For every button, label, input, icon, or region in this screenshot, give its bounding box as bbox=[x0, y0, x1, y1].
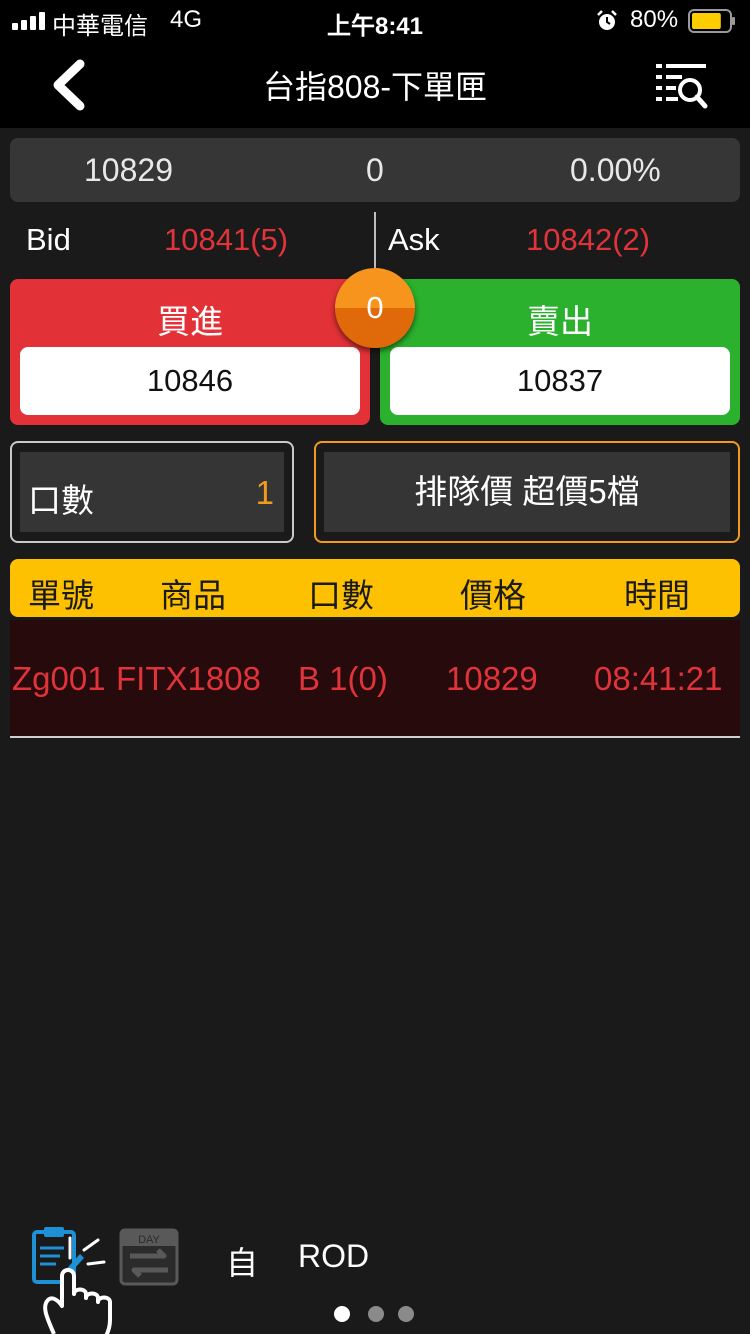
list-search-icon[interactable] bbox=[654, 60, 708, 110]
day-icon-text: DAY bbox=[138, 1234, 160, 1246]
order-type-selector[interactable]: 排隊價 超價5檔 bbox=[314, 441, 740, 543]
ask-label: Ask bbox=[388, 222, 440, 257]
quote-bar: 10829 0 0.00% bbox=[10, 138, 740, 202]
sell-label: 賣出 bbox=[527, 303, 593, 340]
order-id-cell: Zg001 bbox=[12, 660, 106, 697]
bid-ask-divider bbox=[374, 212, 376, 272]
page-dot[interactable] bbox=[334, 1306, 350, 1322]
ask-value: 10842(2) bbox=[526, 222, 651, 257]
last-price: 10829 bbox=[84, 152, 173, 188]
buy-button[interactable]: 買進 10846 bbox=[10, 279, 370, 425]
sell-button[interactable]: 賣出 10837 bbox=[380, 279, 740, 425]
alarm-clock-icon bbox=[597, 10, 617, 30]
column-header: 單號 bbox=[28, 577, 94, 614]
quantity-field[interactable]: 口數 1 bbox=[20, 452, 284, 532]
battery-icon bbox=[688, 9, 735, 33]
bottom-toolbar: DAY 自 ROD bbox=[0, 1210, 750, 1334]
page-title: 台指808-下單匣 bbox=[262, 69, 488, 105]
sell-price-field[interactable]: 10837 bbox=[390, 347, 730, 415]
quantity-cell: B 1(0) bbox=[298, 660, 388, 697]
quantity-value: 1 bbox=[255, 474, 274, 511]
price-cell: 10829 bbox=[446, 660, 538, 697]
row-divider bbox=[10, 736, 740, 738]
bid-ask-row: Bid 10841(5) Ask 10842(2) bbox=[0, 212, 750, 274]
column-header: 價格 bbox=[460, 577, 526, 614]
page-dot[interactable] bbox=[368, 1306, 384, 1322]
product-cell: FITX1808 bbox=[116, 660, 261, 697]
status-bar: 中華電信 4G 上午8:41 80% bbox=[0, 0, 750, 42]
order-type-label[interactable]: 排隊價 超價5檔 bbox=[324, 452, 730, 532]
page-indicator bbox=[334, 1306, 418, 1324]
price-change: 0 bbox=[366, 152, 384, 188]
time-cell: 08:41:21 bbox=[594, 660, 723, 697]
nav-bar: 台指808-下單匣 bbox=[0, 42, 750, 128]
orders-table-header: 單號 商品 口數 價格 時間 bbox=[10, 559, 740, 617]
tap-hand-icon bbox=[43, 1236, 112, 1334]
quantity-selector[interactable]: 口數 1 bbox=[10, 441, 294, 543]
bid-value: 10841(5) bbox=[164, 222, 289, 257]
page-dot[interactable] bbox=[398, 1306, 414, 1322]
buy-price-field[interactable]: 10846 bbox=[20, 347, 360, 415]
table-row[interactable]: Zg001 FITX1808 B 1(0) 10829 08:41:21 bbox=[10, 620, 740, 736]
time-in-force-label[interactable]: ROD bbox=[298, 1238, 369, 1275]
buy-label: 買進 bbox=[157, 303, 223, 340]
column-header: 商品 bbox=[160, 577, 226, 614]
position-badge[interactable]: 0 bbox=[335, 268, 415, 348]
quantity-label: 口數 bbox=[28, 482, 94, 519]
column-header: 口數 bbox=[308, 577, 374, 614]
column-header: 時間 bbox=[624, 577, 690, 614]
order-mode-label[interactable]: 自 bbox=[226, 1238, 258, 1284]
bid-label: Bid bbox=[26, 222, 71, 257]
price-change-percent: 0.00% bbox=[570, 152, 661, 188]
battery-percentage: 80% bbox=[630, 6, 679, 33]
